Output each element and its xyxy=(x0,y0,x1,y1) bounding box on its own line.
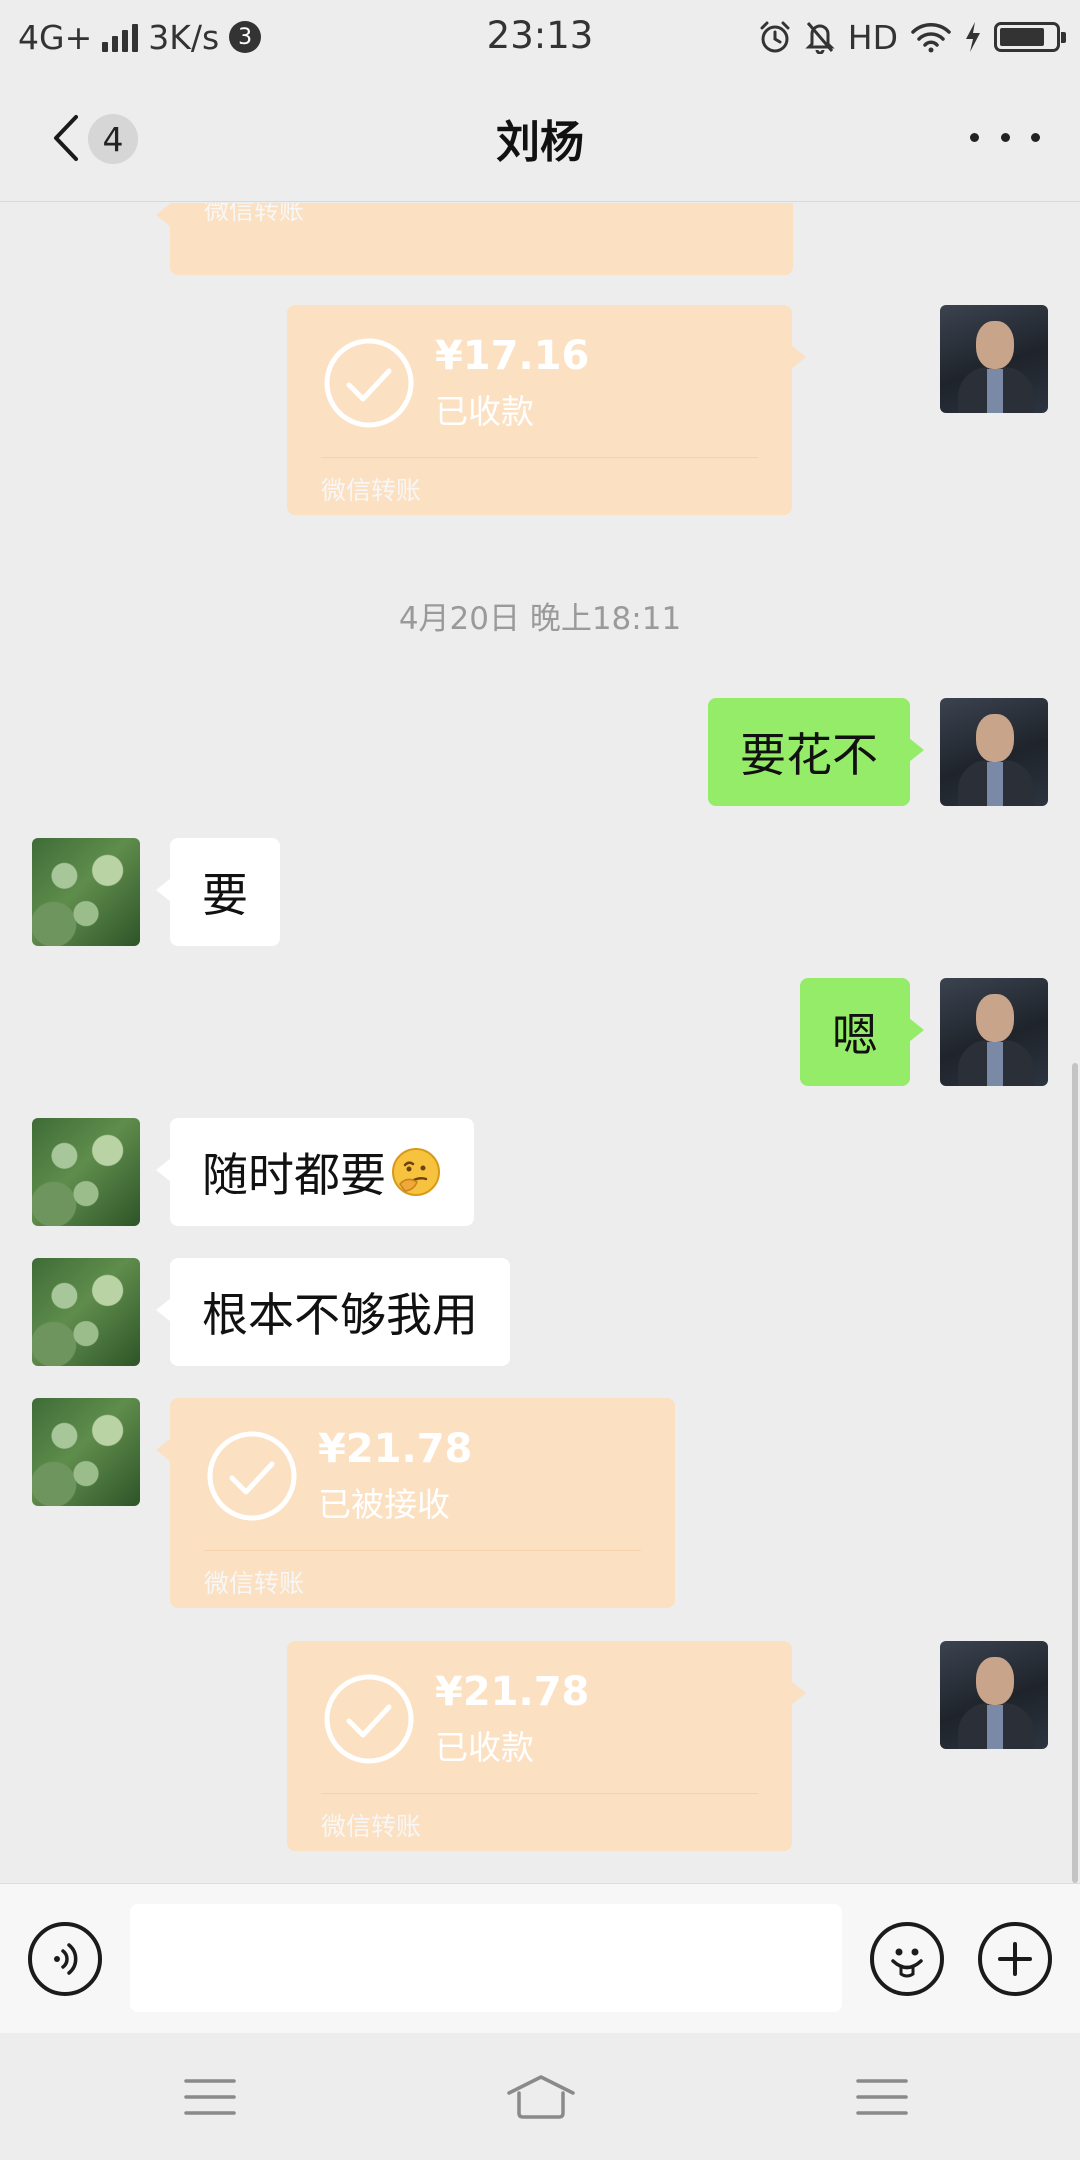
message-text: 嗯 xyxy=(832,1008,878,1062)
transfer-card[interactable]: ¥21.78 已收款 微信转账 xyxy=(287,1641,806,1851)
check-circle-icon xyxy=(324,338,414,428)
battery-icon xyxy=(994,22,1066,52)
status-bar: 4G+ 3K/s 3 23:13 HD xyxy=(0,0,1080,74)
transfer-footer: 微信转账 xyxy=(204,203,305,225)
transfer-footer: 微信转账 xyxy=(321,1812,422,1841)
message-bubble-friend[interactable]: 要 xyxy=(156,838,280,946)
wifi-icon xyxy=(911,23,951,53)
avatar-friend[interactable] xyxy=(32,1258,140,1366)
voice-button[interactable] xyxy=(28,1922,102,1996)
plus-button[interactable] xyxy=(978,1922,1052,1996)
input-bar xyxy=(0,1883,1080,2033)
avatar-friend[interactable] xyxy=(32,838,140,946)
transfer-amount: ¥17.16 xyxy=(435,333,590,379)
transfer-status: 已被接收 xyxy=(318,1485,450,1524)
message-timestamp: 4月20日 晚上18:11 xyxy=(398,601,682,637)
transfer-status: 已收款 xyxy=(435,392,534,431)
more-dots-icon xyxy=(970,132,979,142)
voice-icon xyxy=(54,1943,78,1975)
transfer-card[interactable]: 微信转账 xyxy=(156,203,793,275)
thinking-face-emoji xyxy=(392,1148,440,1196)
transfer-footer: 微信转账 xyxy=(321,476,422,505)
avatar-self[interactable] xyxy=(940,698,1048,806)
transfer-card[interactable]: ¥17.16 已收款 微信转账 xyxy=(287,305,806,515)
transfer-amount: ¥21.78 xyxy=(318,1426,473,1472)
transfer-amount: ¥21.78 xyxy=(435,1669,590,1715)
message-bubble-friend[interactable]: 随时都要 xyxy=(156,1118,474,1226)
message-bubble-self[interactable]: 嗯 xyxy=(800,978,924,1086)
avatar-self[interactable] xyxy=(940,978,1048,1086)
avatar-friend[interactable] xyxy=(32,1398,140,1506)
menu-icon xyxy=(184,2079,236,2115)
nav-menu-button[interactable] xyxy=(180,2071,240,2123)
avatar-self[interactable] xyxy=(940,305,1048,413)
system-nav-bar xyxy=(0,2033,1080,2160)
emoji-icon xyxy=(891,1948,923,1978)
menu-icon xyxy=(856,2079,908,2115)
nav-home-button[interactable] xyxy=(505,2071,577,2123)
message-text: 要 xyxy=(202,868,248,922)
alarm-icon xyxy=(760,21,790,53)
message-bubble-self[interactable]: 要花不 xyxy=(708,698,924,806)
scrollbar[interactable] xyxy=(1072,1063,1078,1883)
transfer-card[interactable]: ¥21.78 已被接收 微信转账 xyxy=(156,1398,675,1608)
message-text: 要花不 xyxy=(740,728,878,782)
message-input[interactable] xyxy=(130,1904,842,2012)
check-circle-icon xyxy=(324,1674,414,1764)
avatar-self[interactable] xyxy=(940,1641,1048,1749)
chat-header: 4 刘杨 xyxy=(0,74,1080,202)
hd-label: HD xyxy=(847,17,898,57)
transfer-status: 已收款 xyxy=(435,1728,534,1767)
more-button[interactable] xyxy=(970,122,1040,152)
mute-bell-icon xyxy=(805,22,835,54)
avatar-friend[interactable] xyxy=(32,1118,140,1226)
message-list[interactable]: 微信转账 ¥17.16 已收款 微信转账 4月20日 晚上18:11 要花不 要… xyxy=(0,203,1080,1883)
nav-back-button[interactable] xyxy=(852,2071,912,2123)
status-right: HD xyxy=(758,14,1066,60)
message-text: 随时都要 xyxy=(202,1148,386,1202)
message-bubble-friend[interactable]: 根本不够我用 xyxy=(156,1258,510,1366)
plus-icon xyxy=(998,1942,1032,1976)
transfer-footer: 微信转账 xyxy=(204,1569,305,1598)
emoji-button[interactable] xyxy=(870,1922,944,1996)
chat-title: 刘杨 xyxy=(496,117,584,168)
home-icon xyxy=(507,2075,575,2119)
message-text: 根本不够我用 xyxy=(202,1288,478,1342)
check-circle-icon xyxy=(207,1431,297,1521)
charging-icon xyxy=(966,22,980,52)
